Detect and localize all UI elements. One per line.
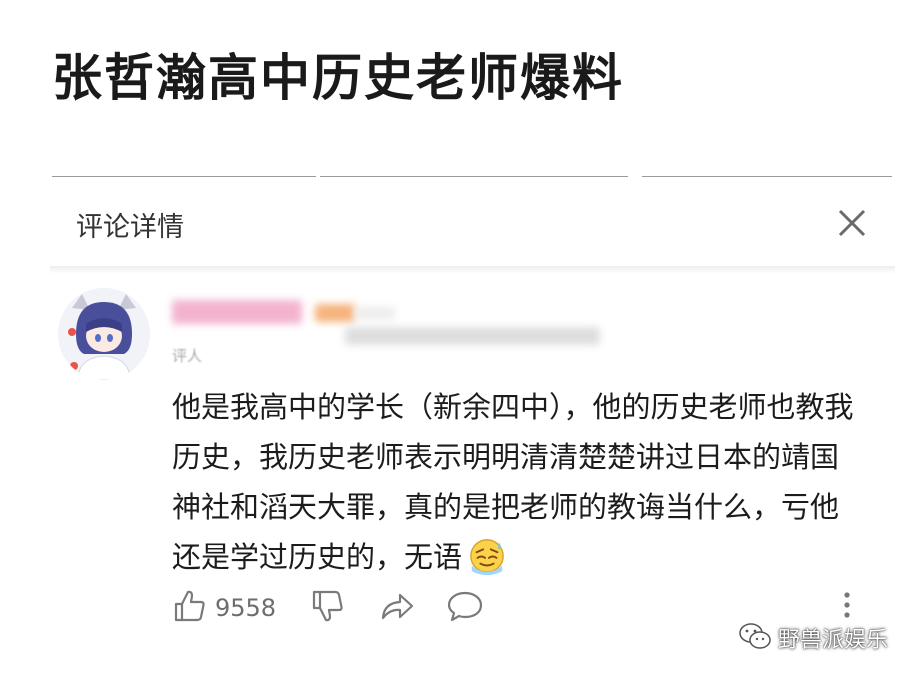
username-blurred[interactable] — [172, 300, 302, 324]
wechat-icon — [739, 623, 771, 649]
divider — [320, 176, 628, 177]
comment-meta: 评人 — [172, 347, 203, 365]
divider — [642, 176, 892, 177]
thumbs-up-icon[interactable] — [172, 588, 208, 624]
article-headline: 张哲瀚高中历史老师爆料 — [52, 49, 624, 107]
like-count: 9558 — [215, 594, 277, 622]
watermark-text: 野兽派娱乐 — [778, 628, 889, 653]
more-options-icon[interactable] — [839, 590, 855, 620]
avatar-illustration — [58, 288, 150, 380]
user-info-blurred — [355, 307, 395, 319]
user-info-blurred — [345, 327, 600, 345]
panel-title: 评论详情 — [76, 212, 184, 243]
comment-text: 他是我高中的学长（新余四中），他的历史老师也教我历史，我历史老师表示明明清清楚楚… — [172, 390, 854, 574]
avatar[interactable] — [58, 288, 150, 380]
comment-body: 他是我高中的学长（新余四中），他的历史老师也教我历史，我历史老师表示明明清清楚楚… — [172, 382, 862, 582]
user-badge-blurred — [315, 304, 355, 322]
comment-icon[interactable] — [446, 588, 484, 624]
close-icon[interactable] — [832, 203, 872, 243]
thumbs-down-icon[interactable] — [310, 588, 346, 624]
sweat-emoji-icon — [470, 539, 504, 575]
share-icon[interactable] — [378, 588, 416, 624]
divider — [52, 176, 316, 177]
panel-divider — [50, 266, 895, 274]
